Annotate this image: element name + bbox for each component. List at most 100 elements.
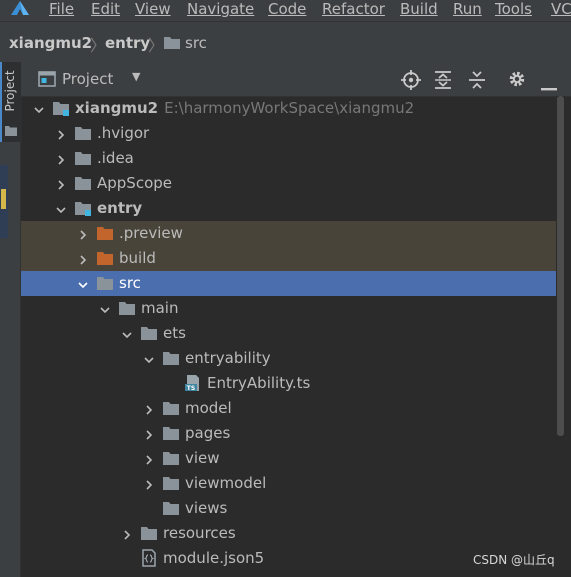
tree-row-name: entryability [185,349,271,367]
tree-row-entry[interactable]: entry [21,196,556,221]
menu-build[interactable]: Build [400,0,438,19]
menu-run[interactable]: Run [453,0,482,19]
tree-row-name: ets [163,324,186,342]
tree-row-name: build [119,249,156,267]
tree-row-name: resources [163,524,236,542]
tree-row-label: EntryAbility.ts [207,374,310,392]
chevron-down-icon[interactable] [99,302,111,314]
folder-icon [74,125,92,145]
ts-file-icon: TS [184,374,202,396]
panel-title[interactable]: Project [62,70,113,88]
breadcrumb-folder[interactable]: src [185,34,207,52]
tree-row-preview[interactable]: .preview [21,221,556,246]
tree-row-appscope[interactable]: AppScope [21,171,556,196]
folder-icon [162,450,180,470]
tree-row-label: .idea [97,149,134,167]
tree-row-model[interactable]: model [21,396,556,421]
tree-row-label: src [119,274,141,292]
chevron-right-icon[interactable] [143,452,155,465]
menu-bar: File Edit View Navigate Code Refactor Bu… [0,0,571,21]
tree-row-entryability-ts[interactable]: TS EntryAbility.ts [21,371,556,396]
tree-row-path: E:\harmonyWorkSpace\xiangmu2 [164,99,415,117]
project-tool-tab[interactable]: Project [0,62,22,142]
tree-row-ets[interactable]: ets [21,321,556,346]
tree-row-build[interactable]: build [21,246,556,271]
gear-icon[interactable] [508,70,526,92]
menu-refactor[interactable]: Refactor [322,0,385,19]
menu-edit[interactable]: Edit [91,0,120,19]
module-folder-icon [74,200,92,220]
breadcrumb: xiangmu2 〉 entry 〉 src [0,21,571,63]
tree-row-src[interactable]: src [21,271,556,296]
tree-row-hvigor[interactable]: .hvigor [21,121,556,146]
breadcrumb-separator-icon: 〉 [90,36,107,55]
expand-all-icon[interactable] [434,70,452,94]
tree-row-name: .hvigor [97,124,150,142]
folder-icon [118,300,136,320]
menu-tools[interactable]: Tools [495,0,532,19]
tree-row-project-root[interactable]: xiangmu2 E:\harmonyWorkSpace\xiangmu2 [21,96,556,121]
left-tool-sidebar: Project [0,62,22,577]
breadcrumb-module[interactable]: entry [105,34,150,52]
folder-icon [140,525,158,545]
project-tool-tab-label: Project [3,70,17,112]
menu-file[interactable]: File [49,0,74,19]
chevron-right-icon[interactable] [121,527,133,540]
chevron-right-icon[interactable] [55,152,67,165]
menu-navigate[interactable]: Navigate [187,0,254,19]
menu-code[interactable]: Code [268,0,306,19]
chevron-right-icon[interactable] [143,427,155,440]
folder-icon [162,350,180,370]
tree-row-name: main [141,299,179,317]
chevron-down-icon[interactable] [143,352,155,364]
folder-icon [162,475,180,495]
tree-row-entryability[interactable]: entryability [21,346,556,371]
view-dropdown-icon[interactable]: ▼ [132,70,140,83]
tree-row-views[interactable]: views [21,496,556,521]
tree-row-view[interactable]: view [21,446,556,471]
project-panel-header: Project ▼ [21,62,571,97]
excluded-folder-icon [96,250,114,270]
collapse-all-icon[interactable] [468,70,486,94]
locate-icon[interactable] [401,70,421,94]
tree-row-pages[interactable]: pages [21,421,556,446]
menu-view[interactable]: View [135,0,171,19]
tree-row-resources[interactable]: resources [21,521,556,546]
tree-row-viewmodel[interactable]: viewmodel [21,471,556,496]
chevron-down-icon[interactable] [121,327,133,339]
tree-row-name: AppScope [97,174,172,192]
tree-row-idea[interactable]: .idea [21,146,556,171]
folder-icon [96,275,114,295]
scrollbar-thumb[interactable] [557,96,564,436]
tree-scrollbar[interactable] [556,96,565,577]
chevron-right-icon[interactable] [143,477,155,490]
tree-row-name: EntryAbility.ts [207,374,311,392]
chevron-right-icon[interactable] [55,177,67,190]
breadcrumb-folder-icon [163,35,181,54]
folder-icon [74,175,92,195]
menu-vcs[interactable]: VC [551,0,571,19]
chevron-right-icon[interactable] [77,252,89,265]
structure-tool-tab[interactable] [0,165,8,238]
tree-row-name: .preview [119,224,183,242]
tree-row-main[interactable]: main [21,296,556,321]
chevron-down-icon[interactable] [77,277,89,289]
structure-tab-marker-icon [1,189,6,209]
tree-row-label: resources [163,524,236,542]
minimize-icon[interactable] [541,77,557,96]
chevron-down-icon[interactable] [33,102,45,114]
tree-row-name: .idea [97,149,134,167]
watermark: CSDN @山丘q [473,553,555,567]
tree-row-name: pages [185,424,231,442]
chevron-right-icon[interactable] [143,402,155,415]
chevron-right-icon[interactable] [55,127,67,140]
tree-row-name: views [185,499,228,517]
tree-row-name: entry [97,199,143,217]
chevron-down-icon[interactable] [55,202,67,214]
tree-row-label: xiangmu2 E:\harmonyWorkSpace\xiangmu2 [75,99,414,117]
breadcrumb-project[interactable]: xiangmu2 [9,34,92,52]
tree-row-label: entry [97,199,142,217]
tree-row-label: .hvigor [97,124,149,142]
chevron-right-icon[interactable] [77,227,89,240]
svg-text:TS: TS [187,385,195,392]
